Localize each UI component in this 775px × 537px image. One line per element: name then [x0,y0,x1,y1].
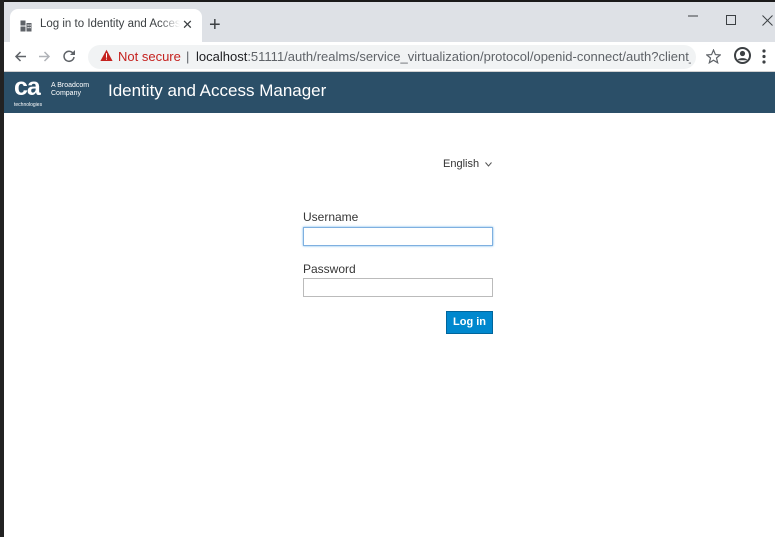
language-selector[interactable]: English [443,158,493,170]
tab-close-icon[interactable]: ✕ [182,17,193,33]
ca-logo: ca technologies A Broadcom Company [14,73,100,108]
page-title: Identity and Access Manager [108,81,327,100]
logo-broadcom: A Broadcom Company [51,82,89,98]
omnibox-separator: | [186,49,190,64]
star-icon[interactable] [706,49,721,64]
new-tab-button[interactable]: + [209,15,221,35]
minimize-icon[interactable] [687,14,699,18]
close-icon[interactable] [762,15,773,26]
maximize-icon[interactable] [726,15,737,26]
tab-strip: Log in to Identity and Access Manager ✕ … [4,0,775,44]
url-text[interactable]: localhost:51111/auth/realms/service_virt… [196,49,691,64]
username-label: Username [303,210,359,224]
logo-broadcom-line1: A Broadcom [51,82,90,89]
password-input[interactable] [303,278,493,297]
forward-icon [39,51,51,62]
logo-broadcom-line2: Company [51,90,81,97]
reload-icon[interactable] [62,49,76,63]
warning-icon[interactable] [100,49,113,62]
profile-icon[interactable] [734,47,751,64]
tab-login[interactable]: Log in to Identity and Access Manager ✕ [10,9,202,44]
menu-icon[interactable] [762,49,766,64]
tab-title: Log in to Identity and Access Manager [40,18,180,30]
username-input[interactable] [303,227,493,246]
app-header: ca technologies A Broadcom Company Identi… [4,72,775,113]
password-label: Password [303,262,356,276]
url-path: :51111/auth/realms/service_virtualizatio… [247,49,691,64]
chevron-down-icon [485,162,493,167]
language-label: English [443,158,480,170]
browser-toolbar: Not secure | localhost:51111/auth/realms… [4,42,775,72]
address-bar[interactable]: Not secure | localhost:51111/auth/realms… [88,45,696,69]
url-host: localhost [196,49,248,64]
security-status[interactable]: Not secure [118,49,181,64]
logo-tagline: technologies [14,102,43,108]
back-icon[interactable] [14,50,27,63]
logo-wordmark: ca [14,73,41,101]
login-button[interactable]: Log in [446,311,493,334]
tab-favicon-icon [20,20,32,32]
browser-window: Log in to Identity and Access Manager ✕ … [4,0,775,537]
